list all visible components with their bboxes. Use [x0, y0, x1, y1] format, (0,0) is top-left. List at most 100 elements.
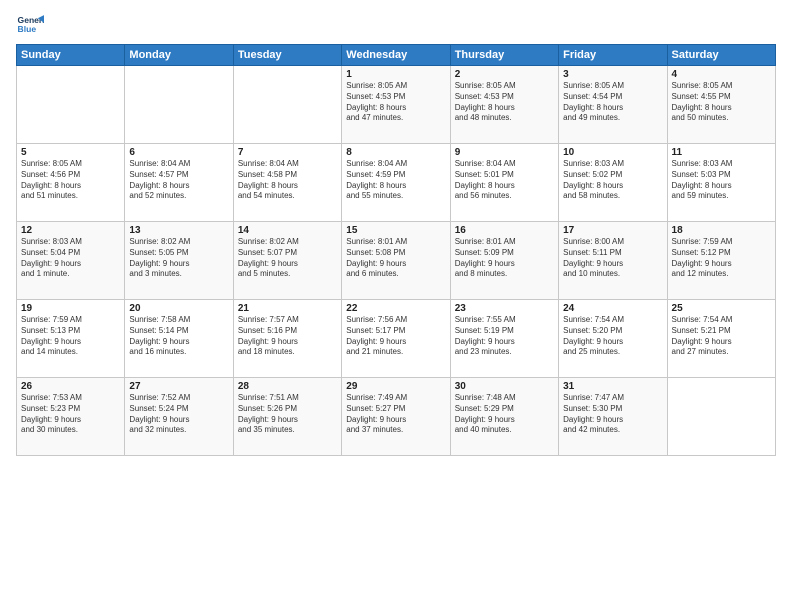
calendar-cell: 26Sunrise: 7:53 AM Sunset: 5:23 PM Dayli…: [17, 378, 125, 456]
calendar-cell: 25Sunrise: 7:54 AM Sunset: 5:21 PM Dayli…: [667, 300, 775, 378]
calendar-cell: 16Sunrise: 8:01 AM Sunset: 5:09 PM Dayli…: [450, 222, 558, 300]
cell-content: Sunrise: 7:58 AM Sunset: 5:14 PM Dayligh…: [129, 315, 228, 358]
week-row-2: 12Sunrise: 8:03 AM Sunset: 5:04 PM Dayli…: [17, 222, 776, 300]
day-number: 18: [672, 225, 771, 236]
calendar-cell: [17, 66, 125, 144]
day-number: 20: [129, 303, 228, 314]
calendar-cell: 31Sunrise: 7:47 AM Sunset: 5:30 PM Dayli…: [559, 378, 667, 456]
day-number: 11: [672, 147, 771, 158]
day-number: 2: [455, 69, 554, 80]
calendar-cell: 20Sunrise: 7:58 AM Sunset: 5:14 PM Dayli…: [125, 300, 233, 378]
calendar-cell: [125, 66, 233, 144]
day-number: 7: [238, 147, 337, 158]
day-number: 22: [346, 303, 445, 314]
day-number: 28: [238, 381, 337, 392]
day-number: 15: [346, 225, 445, 236]
calendar-cell: 13Sunrise: 8:02 AM Sunset: 5:05 PM Dayli…: [125, 222, 233, 300]
calendar-cell: 21Sunrise: 7:57 AM Sunset: 5:16 PM Dayli…: [233, 300, 341, 378]
day-number: 13: [129, 225, 228, 236]
calendar-cell: 1Sunrise: 8:05 AM Sunset: 4:53 PM Daylig…: [342, 66, 450, 144]
day-number: 9: [455, 147, 554, 158]
day-number: 17: [563, 225, 662, 236]
day-header-saturday: Saturday: [667, 45, 775, 66]
cell-content: Sunrise: 8:05 AM Sunset: 4:53 PM Dayligh…: [346, 81, 445, 124]
calendar-cell: 10Sunrise: 8:03 AM Sunset: 5:02 PM Dayli…: [559, 144, 667, 222]
cell-content: Sunrise: 7:56 AM Sunset: 5:17 PM Dayligh…: [346, 315, 445, 358]
day-header-friday: Friday: [559, 45, 667, 66]
day-number: 16: [455, 225, 554, 236]
calendar-cell: 24Sunrise: 7:54 AM Sunset: 5:20 PM Dayli…: [559, 300, 667, 378]
day-header-tuesday: Tuesday: [233, 45, 341, 66]
week-row-3: 19Sunrise: 7:59 AM Sunset: 5:13 PM Dayli…: [17, 300, 776, 378]
calendar-cell: 3Sunrise: 8:05 AM Sunset: 4:54 PM Daylig…: [559, 66, 667, 144]
header-row: SundayMondayTuesdayWednesdayThursdayFrid…: [17, 45, 776, 66]
calendar-table: SundayMondayTuesdayWednesdayThursdayFrid…: [16, 44, 776, 456]
day-number: 27: [129, 381, 228, 392]
cell-content: Sunrise: 7:59 AM Sunset: 5:12 PM Dayligh…: [672, 237, 771, 280]
day-number: 3: [563, 69, 662, 80]
calendar-cell: 30Sunrise: 7:48 AM Sunset: 5:29 PM Dayli…: [450, 378, 558, 456]
calendar-cell: 12Sunrise: 8:03 AM Sunset: 5:04 PM Dayli…: [17, 222, 125, 300]
calendar-cell: [667, 378, 775, 456]
day-header-sunday: Sunday: [17, 45, 125, 66]
day-number: 26: [21, 381, 120, 392]
week-row-4: 26Sunrise: 7:53 AM Sunset: 5:23 PM Dayli…: [17, 378, 776, 456]
calendar-cell: [233, 66, 341, 144]
calendar-cell: 7Sunrise: 8:04 AM Sunset: 4:58 PM Daylig…: [233, 144, 341, 222]
cell-content: Sunrise: 7:54 AM Sunset: 5:21 PM Dayligh…: [672, 315, 771, 358]
week-row-1: 5Sunrise: 8:05 AM Sunset: 4:56 PM Daylig…: [17, 144, 776, 222]
cell-content: Sunrise: 8:05 AM Sunset: 4:54 PM Dayligh…: [563, 81, 662, 124]
day-header-thursday: Thursday: [450, 45, 558, 66]
day-number: 10: [563, 147, 662, 158]
calendar-cell: 22Sunrise: 7:56 AM Sunset: 5:17 PM Dayli…: [342, 300, 450, 378]
calendar-cell: 27Sunrise: 7:52 AM Sunset: 5:24 PM Dayli…: [125, 378, 233, 456]
calendar-cell: 14Sunrise: 8:02 AM Sunset: 5:07 PM Dayli…: [233, 222, 341, 300]
cell-content: Sunrise: 7:55 AM Sunset: 5:19 PM Dayligh…: [455, 315, 554, 358]
cell-content: Sunrise: 8:05 AM Sunset: 4:56 PM Dayligh…: [21, 159, 120, 202]
logo: General Blue: [16, 12, 44, 40]
week-row-0: 1Sunrise: 8:05 AM Sunset: 4:53 PM Daylig…: [17, 66, 776, 144]
calendar-cell: 11Sunrise: 8:03 AM Sunset: 5:03 PM Dayli…: [667, 144, 775, 222]
day-number: 5: [21, 147, 120, 158]
day-number: 8: [346, 147, 445, 158]
cell-content: Sunrise: 8:03 AM Sunset: 5:04 PM Dayligh…: [21, 237, 120, 280]
calendar-cell: 15Sunrise: 8:01 AM Sunset: 5:08 PM Dayli…: [342, 222, 450, 300]
cell-content: Sunrise: 8:04 AM Sunset: 4:58 PM Dayligh…: [238, 159, 337, 202]
calendar-cell: 19Sunrise: 7:59 AM Sunset: 5:13 PM Dayli…: [17, 300, 125, 378]
day-number: 31: [563, 381, 662, 392]
day-number: 14: [238, 225, 337, 236]
calendar-cell: 9Sunrise: 8:04 AM Sunset: 5:01 PM Daylig…: [450, 144, 558, 222]
cell-content: Sunrise: 8:02 AM Sunset: 5:05 PM Dayligh…: [129, 237, 228, 280]
cell-content: Sunrise: 8:01 AM Sunset: 5:09 PM Dayligh…: [455, 237, 554, 280]
cell-content: Sunrise: 7:57 AM Sunset: 5:16 PM Dayligh…: [238, 315, 337, 358]
cell-content: Sunrise: 8:00 AM Sunset: 5:11 PM Dayligh…: [563, 237, 662, 280]
calendar-cell: 4Sunrise: 8:05 AM Sunset: 4:55 PM Daylig…: [667, 66, 775, 144]
day-number: 30: [455, 381, 554, 392]
day-number: 12: [21, 225, 120, 236]
calendar-cell: 2Sunrise: 8:05 AM Sunset: 4:53 PM Daylig…: [450, 66, 558, 144]
day-number: 4: [672, 69, 771, 80]
day-number: 1: [346, 69, 445, 80]
cell-content: Sunrise: 8:04 AM Sunset: 5:01 PM Dayligh…: [455, 159, 554, 202]
page-container: General Blue SundayMondayTuesdayWednesda…: [0, 0, 792, 464]
svg-text:Blue: Blue: [18, 24, 37, 34]
day-number: 24: [563, 303, 662, 314]
header: General Blue: [16, 12, 776, 40]
calendar-cell: 18Sunrise: 7:59 AM Sunset: 5:12 PM Dayli…: [667, 222, 775, 300]
day-number: 25: [672, 303, 771, 314]
cell-content: Sunrise: 7:47 AM Sunset: 5:30 PM Dayligh…: [563, 393, 662, 436]
cell-content: Sunrise: 8:01 AM Sunset: 5:08 PM Dayligh…: [346, 237, 445, 280]
cell-content: Sunrise: 7:59 AM Sunset: 5:13 PM Dayligh…: [21, 315, 120, 358]
calendar-cell: 29Sunrise: 7:49 AM Sunset: 5:27 PM Dayli…: [342, 378, 450, 456]
day-number: 6: [129, 147, 228, 158]
day-number: 23: [455, 303, 554, 314]
cell-content: Sunrise: 8:03 AM Sunset: 5:02 PM Dayligh…: [563, 159, 662, 202]
day-number: 29: [346, 381, 445, 392]
cell-content: Sunrise: 7:48 AM Sunset: 5:29 PM Dayligh…: [455, 393, 554, 436]
logo-icon: General Blue: [16, 12, 44, 40]
cell-content: Sunrise: 7:54 AM Sunset: 5:20 PM Dayligh…: [563, 315, 662, 358]
calendar-cell: 5Sunrise: 8:05 AM Sunset: 4:56 PM Daylig…: [17, 144, 125, 222]
cell-content: Sunrise: 8:03 AM Sunset: 5:03 PM Dayligh…: [672, 159, 771, 202]
calendar-cell: 6Sunrise: 8:04 AM Sunset: 4:57 PM Daylig…: [125, 144, 233, 222]
cell-content: Sunrise: 8:05 AM Sunset: 4:55 PM Dayligh…: [672, 81, 771, 124]
